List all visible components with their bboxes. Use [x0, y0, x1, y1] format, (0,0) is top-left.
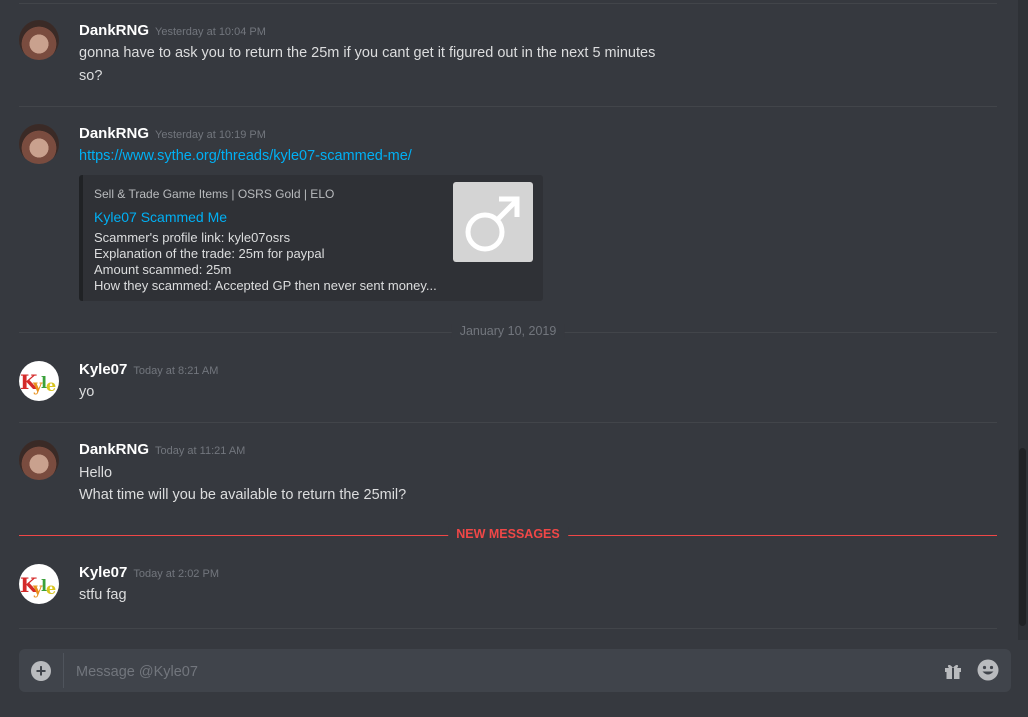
kyle-logo-icon: K y l e	[20, 370, 56, 395]
composer-divider	[63, 653, 64, 688]
avatar[interactable]	[19, 20, 59, 60]
message-text: gonna have to ask you to return the 25m …	[79, 45, 656, 61]
message-link[interactable]: https://www.sythe.org/threads/kyle07-sca…	[79, 148, 412, 164]
avatar[interactable]: K y l e	[19, 361, 59, 401]
timestamp: Yesterday at 10:04 PM	[155, 26, 266, 38]
male-symbol-icon	[465, 196, 520, 252]
message-divider	[19, 628, 997, 629]
scrollbar-thumb[interactable]	[1019, 448, 1026, 626]
message-text: What time will you be available to retur…	[79, 487, 407, 503]
message-text: stfu fag	[79, 587, 127, 603]
embed-description-line: Amount scammed: 25m	[94, 262, 232, 277]
message-divider	[19, 422, 997, 423]
kyle-logo-icon: K y l e	[20, 573, 56, 598]
username[interactable]: Kyle07 Today at 2:02 PM	[79, 564, 219, 581]
timestamp: Yesterday at 10:19 PM	[155, 129, 266, 141]
gift-icon[interactable]	[944, 662, 962, 680]
avatar[interactable]	[19, 440, 59, 480]
username[interactable]: Kyle07 Today at 8:21 AM	[79, 361, 218, 378]
avatar[interactable]: K y l e	[19, 564, 59, 604]
svg-text:e: e	[46, 376, 56, 395]
embed-thumbnail[interactable]	[453, 182, 533, 262]
username[interactable]: DankRNG Yesterday at 10:19 PM	[79, 125, 266, 142]
avatar[interactable]	[19, 124, 59, 164]
timestamp: Today at 11:21 AM	[155, 445, 246, 457]
embed-description-line: Explanation of the trade: 25m for paypal	[94, 246, 325, 261]
new-messages-separator: NEW MESSAGES	[19, 527, 997, 541]
message-composer: +	[19, 649, 1011, 694]
new-messages-label: NEW MESSAGES	[448, 527, 568, 541]
timestamp: Today at 2:02 PM	[133, 568, 219, 580]
message-text: yo	[79, 384, 95, 400]
embed-description-line: Scammer's profile link: kyle07osrs	[94, 230, 291, 245]
message-text: so?	[79, 68, 103, 84]
date-separator: January 10, 2019	[19, 324, 997, 338]
timestamp: Today at 8:21 AM	[133, 365, 219, 377]
message-divider	[19, 3, 997, 4]
message-input[interactable]	[74, 649, 878, 694]
embed-title[interactable]: Kyle07 Scammed Me	[94, 209, 227, 225]
username[interactable]: DankRNG Today at 11:21 AM	[79, 441, 245, 458]
date-separator-label: January 10, 2019	[451, 324, 565, 338]
plus-circle-icon[interactable]: +	[31, 661, 51, 681]
chat-messages[interactable]: DankRNG Yesterday at 10:04 PM gonna have …	[0, 0, 1018, 640]
username[interactable]: DankRNG Yesterday at 10:04 PM	[79, 22, 266, 39]
embed-description-line: How they scammed: Accepted GP then never…	[94, 278, 437, 293]
embed-provider[interactable]: Sell & Trade Game Items | OSRS Gold | EL…	[94, 187, 334, 201]
emoji-icon[interactable]	[977, 659, 999, 681]
svg-text:e: e	[46, 579, 56, 598]
message-divider	[19, 106, 997, 107]
message-text: Hello	[79, 465, 113, 481]
link-embed: Sell & Trade Game Items | OSRS Gold | EL…	[79, 175, 543, 301]
